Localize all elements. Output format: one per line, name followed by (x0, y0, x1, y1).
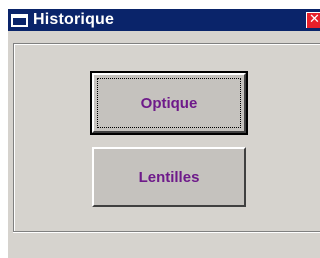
window-title: Historique (33, 11, 115, 28)
lentilles-button-label: Lentilles (138, 168, 200, 186)
optique-button-label: Optique (140, 94, 198, 112)
lentilles-button[interactable]: Lentilles (92, 147, 246, 207)
optique-button[interactable]: Optique (90, 71, 248, 135)
close-button[interactable]: ✕ (306, 12, 320, 28)
title-bar[interactable]: Historique ✕ (8, 9, 320, 31)
historique-window: Historique ✕ Optique Lentilles (6, 7, 320, 258)
window-icon[interactable] (11, 13, 28, 27)
